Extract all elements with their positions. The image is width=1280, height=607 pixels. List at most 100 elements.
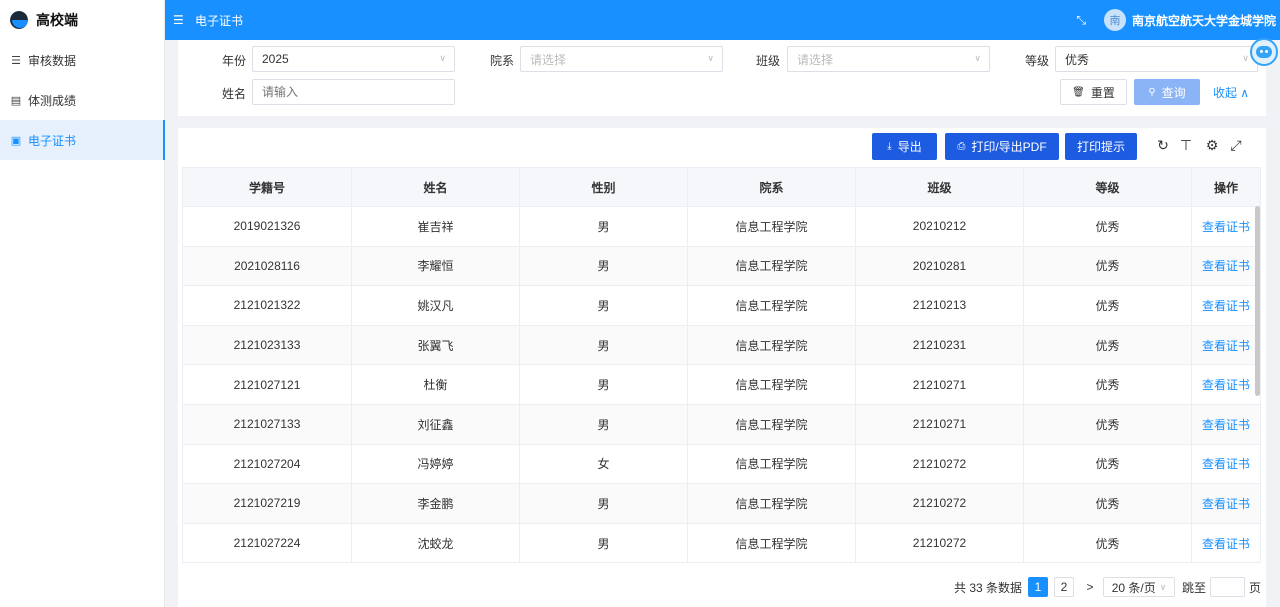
cell-dept: 信息工程学院 — [687, 483, 856, 524]
collapse-button[interactable]: 收起 ∧ — [1208, 79, 1254, 105]
view-certificate-link[interactable]: 查看证书 — [1191, 206, 1261, 247]
refresh-icon[interactable]: ↻ — [1155, 137, 1171, 155]
jump-label: 跳至 — [1181, 580, 1206, 595]
col-header-grade[interactable]: 等级 — [1023, 167, 1192, 207]
sidebar-item-test-scores[interactable]: ▤ 体测成绩 — [0, 80, 164, 120]
page-size-select[interactable]: 20 条/页 ∨ — [1103, 577, 1175, 597]
query-button[interactable]: ⚲ 查询 — [1134, 79, 1200, 105]
cell-dept: 信息工程学院 — [687, 443, 856, 485]
cell-gender: 男 — [519, 206, 688, 247]
chevron-down-icon: ∨ — [1242, 53, 1249, 63]
page-title: 电子证书 — [195, 13, 244, 28]
cell-dept: 信息工程学院 — [687, 403, 856, 445]
cell-dept: 信息工程学院 — [687, 364, 856, 405]
page-size-value: 20 条/页 — [1111, 580, 1156, 595]
header-right: ⤡ 南 南京航空航天大学金城学院 — [1076, 9, 1280, 31]
cell-dept: 信息工程学院 — [687, 522, 856, 564]
settings-icon[interactable]: ⚙ — [1204, 137, 1220, 155]
grade-label: 等级 — [1024, 54, 1049, 68]
fullscreen-icon[interactable]: ⤡ — [1076, 13, 1086, 28]
table-row: 2121027121 杜衡 男 信息工程学院 21210271 优秀 查看证书 — [182, 364, 1261, 405]
brand-title: 高校端 — [36, 12, 78, 28]
grade-select-value: 优秀 — [1065, 52, 1090, 67]
total-count: 共 33 条数据 — [953, 580, 1023, 595]
class-select[interactable]: 请选择 ∨ — [787, 46, 990, 72]
col-header-class[interactable]: 班级 — [855, 167, 1024, 207]
col-header-action: 操作 — [1191, 167, 1261, 207]
chevron-down-icon: ∨ — [707, 53, 714, 63]
cell-name: 李耀恒 — [351, 245, 520, 287]
page-unit-label: 页 — [1248, 580, 1261, 595]
export-button[interactable]: ⤓ 导出 — [872, 133, 937, 160]
view-certificate-link[interactable]: 查看证书 — [1191, 324, 1261, 366]
view-certificate-link[interactable]: 查看证书 — [1191, 483, 1261, 524]
cell-dept: 信息工程学院 — [687, 324, 856, 366]
chevron-down-icon: ∨ — [1159, 581, 1167, 592]
cell-gender: 男 — [519, 364, 688, 405]
table-scrollbar[interactable] — [1255, 206, 1260, 396]
col-header-name[interactable]: 姓名 — [351, 167, 520, 207]
cell-name: 杜衡 — [351, 364, 520, 405]
print-hint-button[interactable]: 打印提示 — [1065, 133, 1137, 160]
cell-grade: 优秀 — [1023, 324, 1192, 366]
view-certificate-link[interactable]: 查看证书 — [1191, 403, 1261, 445]
book-icon: ▤ — [10, 94, 22, 107]
page-1-button[interactable]: 1 — [1028, 577, 1048, 597]
cell-gender: 男 — [519, 324, 688, 366]
fullscreen-icon[interactable]: ⤢ — [1228, 137, 1244, 155]
cell-gender: 男 — [519, 285, 688, 326]
view-certificate-link[interactable]: 查看证书 — [1191, 443, 1261, 485]
next-page-button[interactable]: > — [1080, 577, 1100, 597]
year-select[interactable]: 2025 ∨ — [252, 46, 455, 72]
cell-grade: 优秀 — [1023, 522, 1192, 564]
chat-bot-button[interactable] — [1250, 38, 1278, 66]
brand[interactable]: 高校端 — [0, 0, 164, 40]
sidebar-item-review-data[interactable]: ☰ 审核数据 — [0, 40, 164, 80]
logo-icon — [10, 11, 28, 29]
table-header-row: 学籍号 姓名 性别 院系 班级 等级 操作 — [182, 167, 1261, 207]
dept-label: 院系 — [489, 54, 514, 68]
view-certificate-link[interactable]: 查看证书 — [1191, 285, 1261, 326]
sidebar-item-e-certificate[interactable]: ▣ 电子证书 — [0, 120, 165, 160]
view-certificate-link[interactable]: 查看证书 — [1191, 522, 1261, 564]
density-icon[interactable]: ⊤ — [1178, 137, 1194, 155]
name-input[interactable] — [252, 79, 455, 105]
class-label: 班级 — [755, 54, 780, 68]
name-label: 姓名 — [221, 87, 246, 101]
year-label: 年份 — [221, 54, 246, 68]
cell-name: 张翼飞 — [351, 324, 520, 366]
view-certificate-link[interactable]: 查看证书 — [1191, 364, 1261, 405]
export-button-label: 导出 — [897, 140, 922, 154]
list-icon: ☰ — [11, 54, 21, 67]
menu-fold-icon[interactable]: ☰ — [173, 13, 187, 27]
document-icon: ▣ — [10, 134, 22, 147]
cell-student-id: 2121021322 — [182, 285, 352, 326]
cell-dept: 信息工程学院 — [687, 206, 856, 247]
cell-student-id: 2121027224 — [182, 522, 352, 564]
cell-name: 刘征鑫 — [351, 403, 520, 445]
avatar[interactable]: 南 — [1103, 9, 1126, 31]
cell-name: 沈蛟龙 — [351, 522, 520, 564]
sidebar-item-label: 体测成绩 — [28, 93, 77, 108]
top-header: ☰ 电子证书 ⤡ 南 南京航空航天大学金城学院 — [165, 0, 1280, 40]
col-header-gender[interactable]: 性别 — [519, 167, 688, 207]
cell-student-id: 2121027219 — [182, 483, 352, 524]
col-header-student-id[interactable]: 学籍号 — [182, 167, 352, 207]
cell-student-id: 2019021326 — [182, 206, 352, 247]
dept-select[interactable]: 请选择 ∨ — [520, 46, 723, 72]
cell-gender: 女 — [519, 443, 688, 485]
col-header-dept[interactable]: 院系 — [687, 167, 856, 207]
grade-select[interactable]: 优秀 ∨ — [1055, 46, 1258, 72]
cell-student-id: 2121027121 — [182, 364, 352, 405]
view-certificate-link[interactable]: 查看证书 — [1191, 245, 1261, 287]
query-button-label: 查询 — [1161, 85, 1186, 100]
cell-class: 21210213 — [855, 285, 1024, 326]
page-2-button[interactable]: 2 — [1054, 577, 1074, 597]
cell-class: 21210271 — [855, 364, 1024, 405]
user-name[interactable]: 南京航空航天大学金城学院 — [1132, 12, 1276, 29]
cell-dept: 信息工程学院 — [687, 245, 856, 287]
jump-page-input[interactable] — [1210, 577, 1245, 597]
print-pdf-button[interactable]: ⎙ 打印/导出PDF — [945, 133, 1059, 160]
reset-button[interactable]: 🗑 重置 — [1060, 79, 1127, 105]
cell-grade: 优秀 — [1023, 206, 1192, 247]
